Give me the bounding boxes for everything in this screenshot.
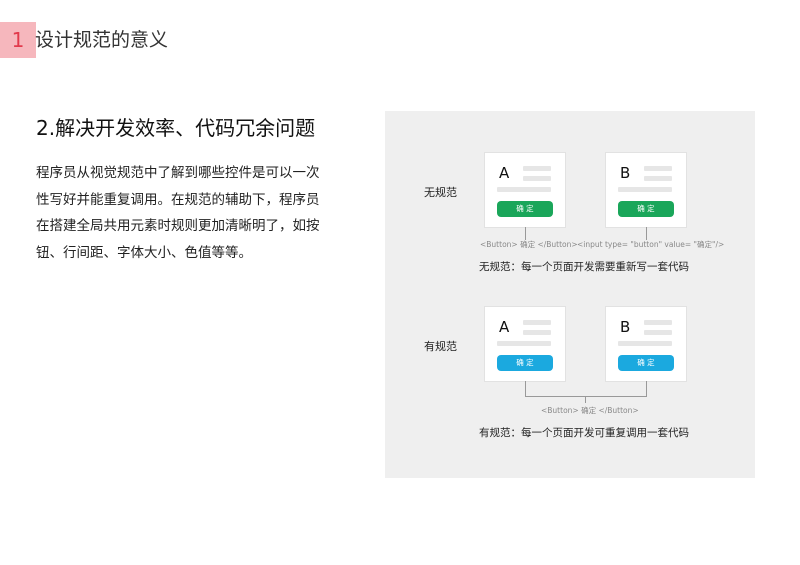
card-letter: B — [620, 318, 631, 336]
body-paragraph: 程序员从视觉规范中了解到哪些控件是可以一次性写好并能重复调用。在规范的辅助下，程… — [36, 165, 320, 261]
confirm-button[interactable]: 确 定 — [497, 201, 553, 217]
connector-line — [525, 381, 526, 397]
placeholder-line — [644, 166, 672, 171]
placeholder-line — [523, 176, 551, 181]
placeholder-line — [497, 341, 551, 346]
confirm-button[interactable]: 确 定 — [618, 201, 674, 217]
with-spec-caption: 有规范：每一个页面开发可重复调用一套代码 — [479, 427, 689, 439]
placeholder-line — [618, 341, 672, 346]
placeholder-line — [523, 320, 551, 325]
connector-line — [525, 396, 647, 397]
connector-line — [585, 396, 586, 403]
code-snippet-shared: <Button> 确定 </Button> — [541, 406, 639, 415]
card-letter: B — [620, 164, 631, 182]
placeholder-line — [618, 187, 672, 192]
comparison-diagram: 无规范 A 确 定 B 确 定 <Button> 确定 </Button> <i… — [385, 111, 755, 478]
section-title: 设计规范的意义 — [35, 29, 169, 51]
card-a-with-spec: A 确 定 — [485, 307, 565, 381]
card-letter: A — [499, 318, 510, 336]
with-spec-label: 有规范 — [424, 340, 457, 353]
page-heading: 2.解决开发效率、代码冗余问题 — [36, 116, 316, 140]
without-spec-label: 无规范 — [424, 186, 457, 199]
placeholder-line — [523, 166, 551, 171]
code-snippet-b: <input type= "button" value= "确定"/> — [577, 240, 725, 249]
section-number-badge: 1 — [0, 22, 36, 58]
placeholder-line — [644, 176, 672, 181]
confirm-button[interactable]: 确 定 — [618, 355, 674, 371]
placeholder-line — [644, 330, 672, 335]
card-letter: A — [499, 164, 510, 182]
code-snippet-a: <Button> 确定 </Button> — [480, 240, 578, 249]
card-b-with-spec: B 确 定 — [606, 307, 686, 381]
placeholder-line — [644, 320, 672, 325]
card-b-without-spec: B 确 定 — [606, 153, 686, 227]
connector-line — [646, 381, 647, 397]
card-a-without-spec: A 确 定 — [485, 153, 565, 227]
without-spec-caption: 无规范：每一个页面开发需要重新写一套代码 — [479, 261, 689, 273]
placeholder-line — [497, 187, 551, 192]
confirm-button[interactable]: 确 定 — [497, 355, 553, 371]
placeholder-line — [523, 330, 551, 335]
